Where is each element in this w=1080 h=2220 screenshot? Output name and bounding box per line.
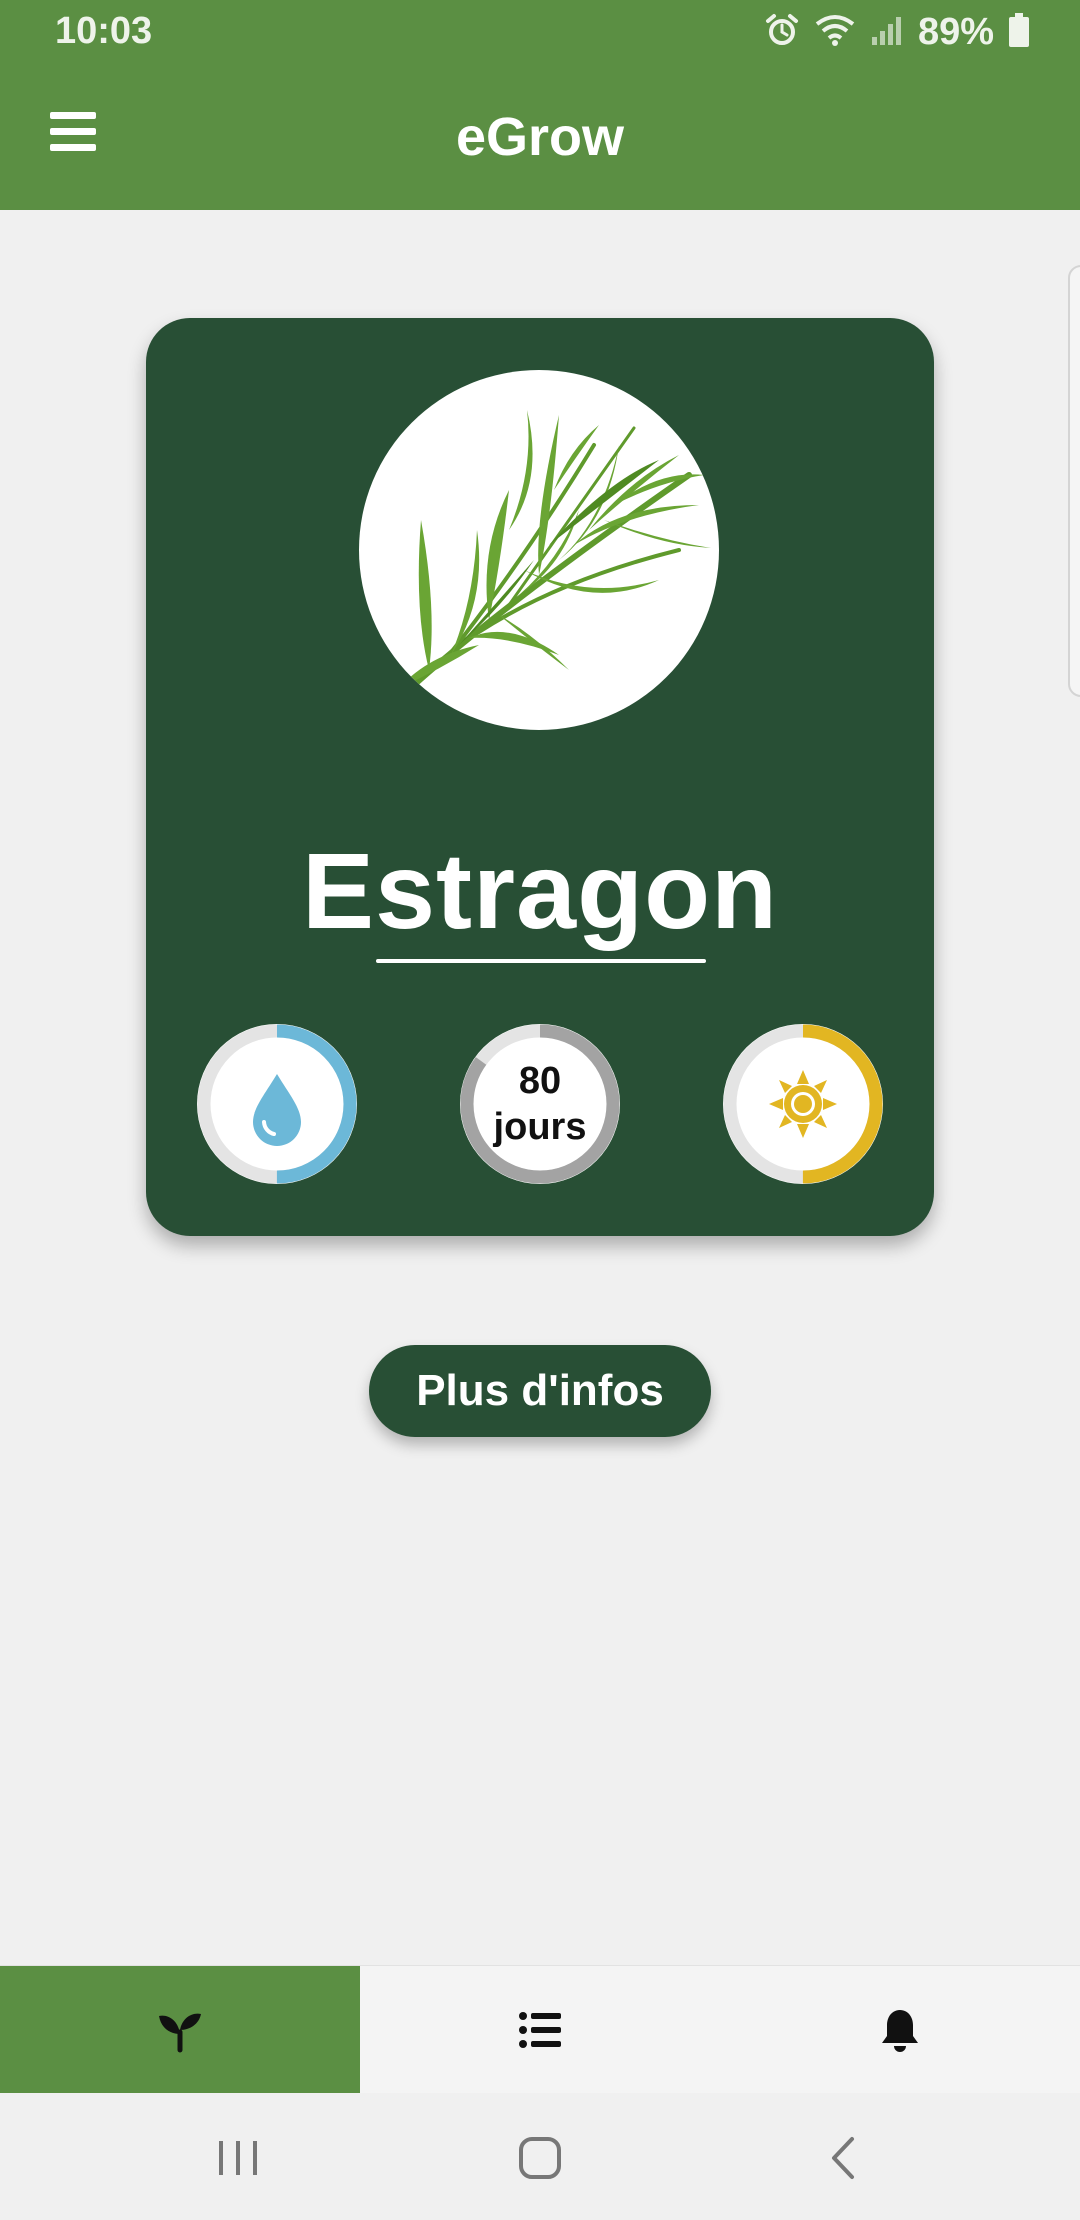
plant-name: Estragon bbox=[301, 830, 779, 951]
battery-percentage: 89% bbox=[917, 10, 994, 53]
sun-gauge[interactable] bbox=[721, 1022, 885, 1186]
recent-apps-button[interactable] bbox=[203, 2123, 273, 2193]
status-bar: 10:03 89% bbox=[0, 0, 1080, 64]
recents-icon bbox=[219, 2141, 257, 2175]
app-bar: eGrow bbox=[0, 64, 1080, 210]
status-time: 10:03 bbox=[55, 10, 153, 52]
battery-icon bbox=[1008, 12, 1030, 53]
water-gauge[interactable] bbox=[195, 1022, 359, 1186]
home-icon bbox=[519, 2137, 561, 2179]
app-title: eGrow bbox=[455, 107, 625, 167]
bottom-navigation bbox=[0, 1965, 1080, 2094]
back-icon bbox=[832, 2137, 854, 2179]
more-info-button[interactable]: Plus d'infos bbox=[369, 1345, 711, 1437]
days-value: 80 bbox=[518, 1060, 562, 1102]
status-icons: 89% bbox=[764, 10, 1030, 53]
tarragon-sprig-photo bbox=[399, 410, 711, 688]
bell-icon bbox=[882, 2010, 918, 2052]
side-drawer-handle[interactable] bbox=[1068, 265, 1080, 697]
name-underline bbox=[376, 959, 706, 963]
system-navigation-bar bbox=[0, 2093, 1080, 2220]
alarm-icon bbox=[764, 12, 800, 53]
signal-icon bbox=[870, 13, 904, 52]
list-icon bbox=[519, 2012, 561, 2048]
home-button[interactable] bbox=[505, 2123, 575, 2193]
plant-photo bbox=[359, 370, 719, 730]
days-gauge[interactable]: 80 jours bbox=[458, 1022, 622, 1186]
wifi-icon bbox=[814, 12, 856, 53]
sun-icon bbox=[769, 1070, 837, 1138]
nav-notifications-tab[interactable] bbox=[720, 1966, 1080, 2094]
nav-list-tab[interactable] bbox=[360, 1966, 720, 2094]
sprout-icon bbox=[159, 2013, 201, 2053]
days-label: 80 jours bbox=[458, 1058, 622, 1150]
nav-plants-tab[interactable] bbox=[0, 1966, 360, 2094]
back-button[interactable] bbox=[808, 2123, 878, 2193]
plant-card[interactable]: Estragon 80 jours bbox=[146, 318, 934, 1236]
days-unit: jours bbox=[493, 1106, 587, 1148]
